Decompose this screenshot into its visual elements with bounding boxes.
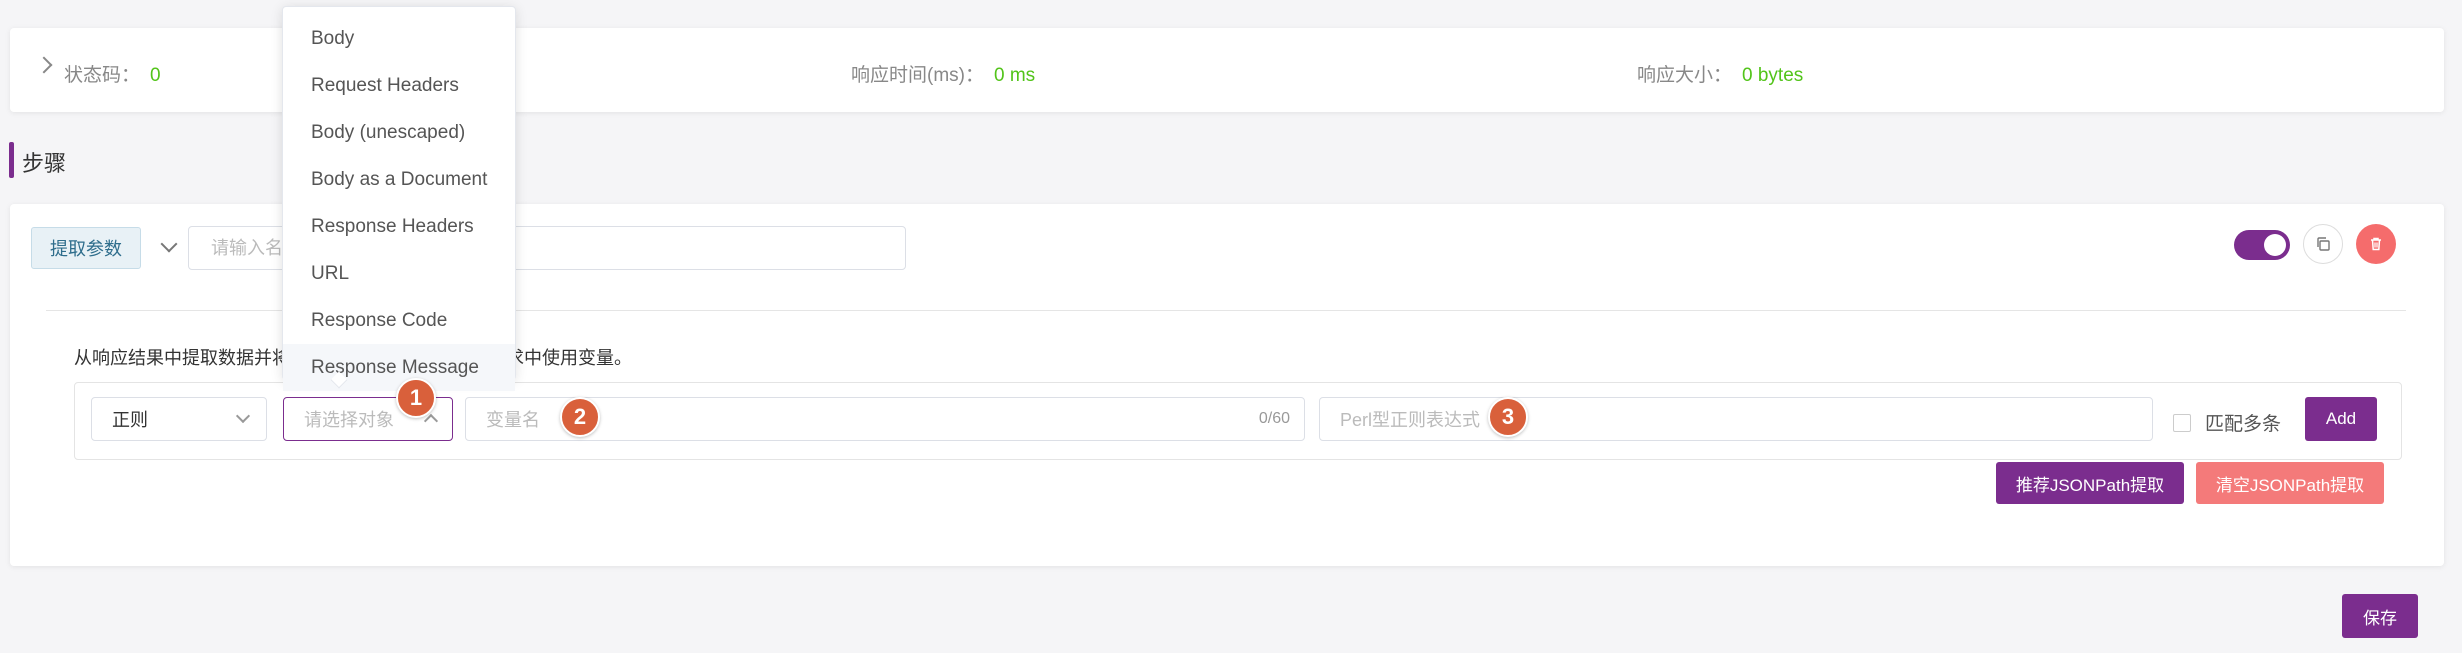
clear-jsonpath-button[interactable]: 清空JSONPath提取: [2196, 462, 2384, 504]
response-size-value: 0 bytes: [1742, 65, 1804, 86]
recommend-jsonpath-button[interactable]: 推荐JSONPath提取: [1996, 462, 2184, 504]
dropdown-option-response-code[interactable]: Response Code: [283, 297, 515, 344]
response-time-stat: 响应时间(ms)： 0 ms: [851, 60, 1035, 87]
marker-2: 2: [560, 397, 600, 437]
match-multiple-label: 匹配多条: [2205, 414, 2282, 435]
steps-title: 步骤: [22, 151, 67, 176]
extract-target-placeholder: 请选择对象: [304, 410, 394, 430]
dropdown-option-url[interactable]: URL: [283, 250, 515, 297]
marker-3: 3: [1488, 397, 1528, 437]
match-multiple-checkbox[interactable]: 匹配多条: [2173, 409, 2281, 436]
chevron-up-icon: [423, 413, 439, 429]
add-extract-button[interactable]: Add: [2305, 397, 2377, 441]
toggle-knob: [2264, 234, 2286, 256]
marker-1: 1: [396, 378, 436, 418]
status-code-value: 0: [150, 65, 161, 86]
regex-expression-input[interactable]: Perl型正则表达式: [1319, 397, 2153, 441]
dropdown-option-request-headers[interactable]: Request Headers: [283, 62, 515, 109]
copy-icon: [2317, 237, 2330, 251]
extract-type-value: 正则: [112, 410, 148, 430]
copy-step-button[interactable]: [2303, 224, 2343, 264]
step-type-tag: 提取参数: [31, 227, 141, 269]
extract-type-select[interactable]: 正则: [91, 397, 267, 441]
checkbox-box[interactable]: [2173, 413, 2191, 432]
status-code-stat: 状态码： 0: [64, 60, 161, 87]
steps-accent-bar: [9, 142, 14, 178]
chevron-down-icon: [235, 408, 251, 424]
expand-chevron-icon[interactable]: [35, 56, 53, 74]
dropdown-option-body-as-document[interactable]: Body as a Document: [283, 156, 515, 203]
dropdown-option-response-headers[interactable]: Response Headers: [283, 203, 515, 250]
response-size-label: 响应大小：: [1637, 65, 1733, 86]
response-size-stat: 响应大小： 0 bytes: [1637, 60, 1803, 87]
variable-name-char-count: 0/60: [1258, 410, 1290, 427]
dropdown-option-body[interactable]: Body: [283, 15, 515, 62]
regex-expression-placeholder: Perl型正则表达式: [1340, 410, 1481, 430]
trash-icon: [2371, 237, 2381, 251]
dropdown-option-response-message[interactable]: Response Message: [283, 344, 515, 391]
delete-step-button[interactable]: [2356, 224, 2396, 264]
collapse-chevron-icon[interactable]: [160, 235, 178, 253]
status-code-label: 状态码：: [64, 65, 141, 86]
dropdown-option-body-unescaped[interactable]: Body (unescaped): [283, 109, 515, 156]
save-button[interactable]: 保存: [2342, 594, 2418, 638]
response-time-value: 0 ms: [993, 65, 1036, 86]
variable-name-placeholder: 变量名: [486, 410, 540, 430]
extract-target-dropdown: Body Request Headers Body (unescaped) Bo…: [282, 6, 516, 391]
step-enable-toggle[interactable]: [2234, 230, 2290, 260]
response-time-label: 响应时间(ms)：: [851, 65, 984, 86]
